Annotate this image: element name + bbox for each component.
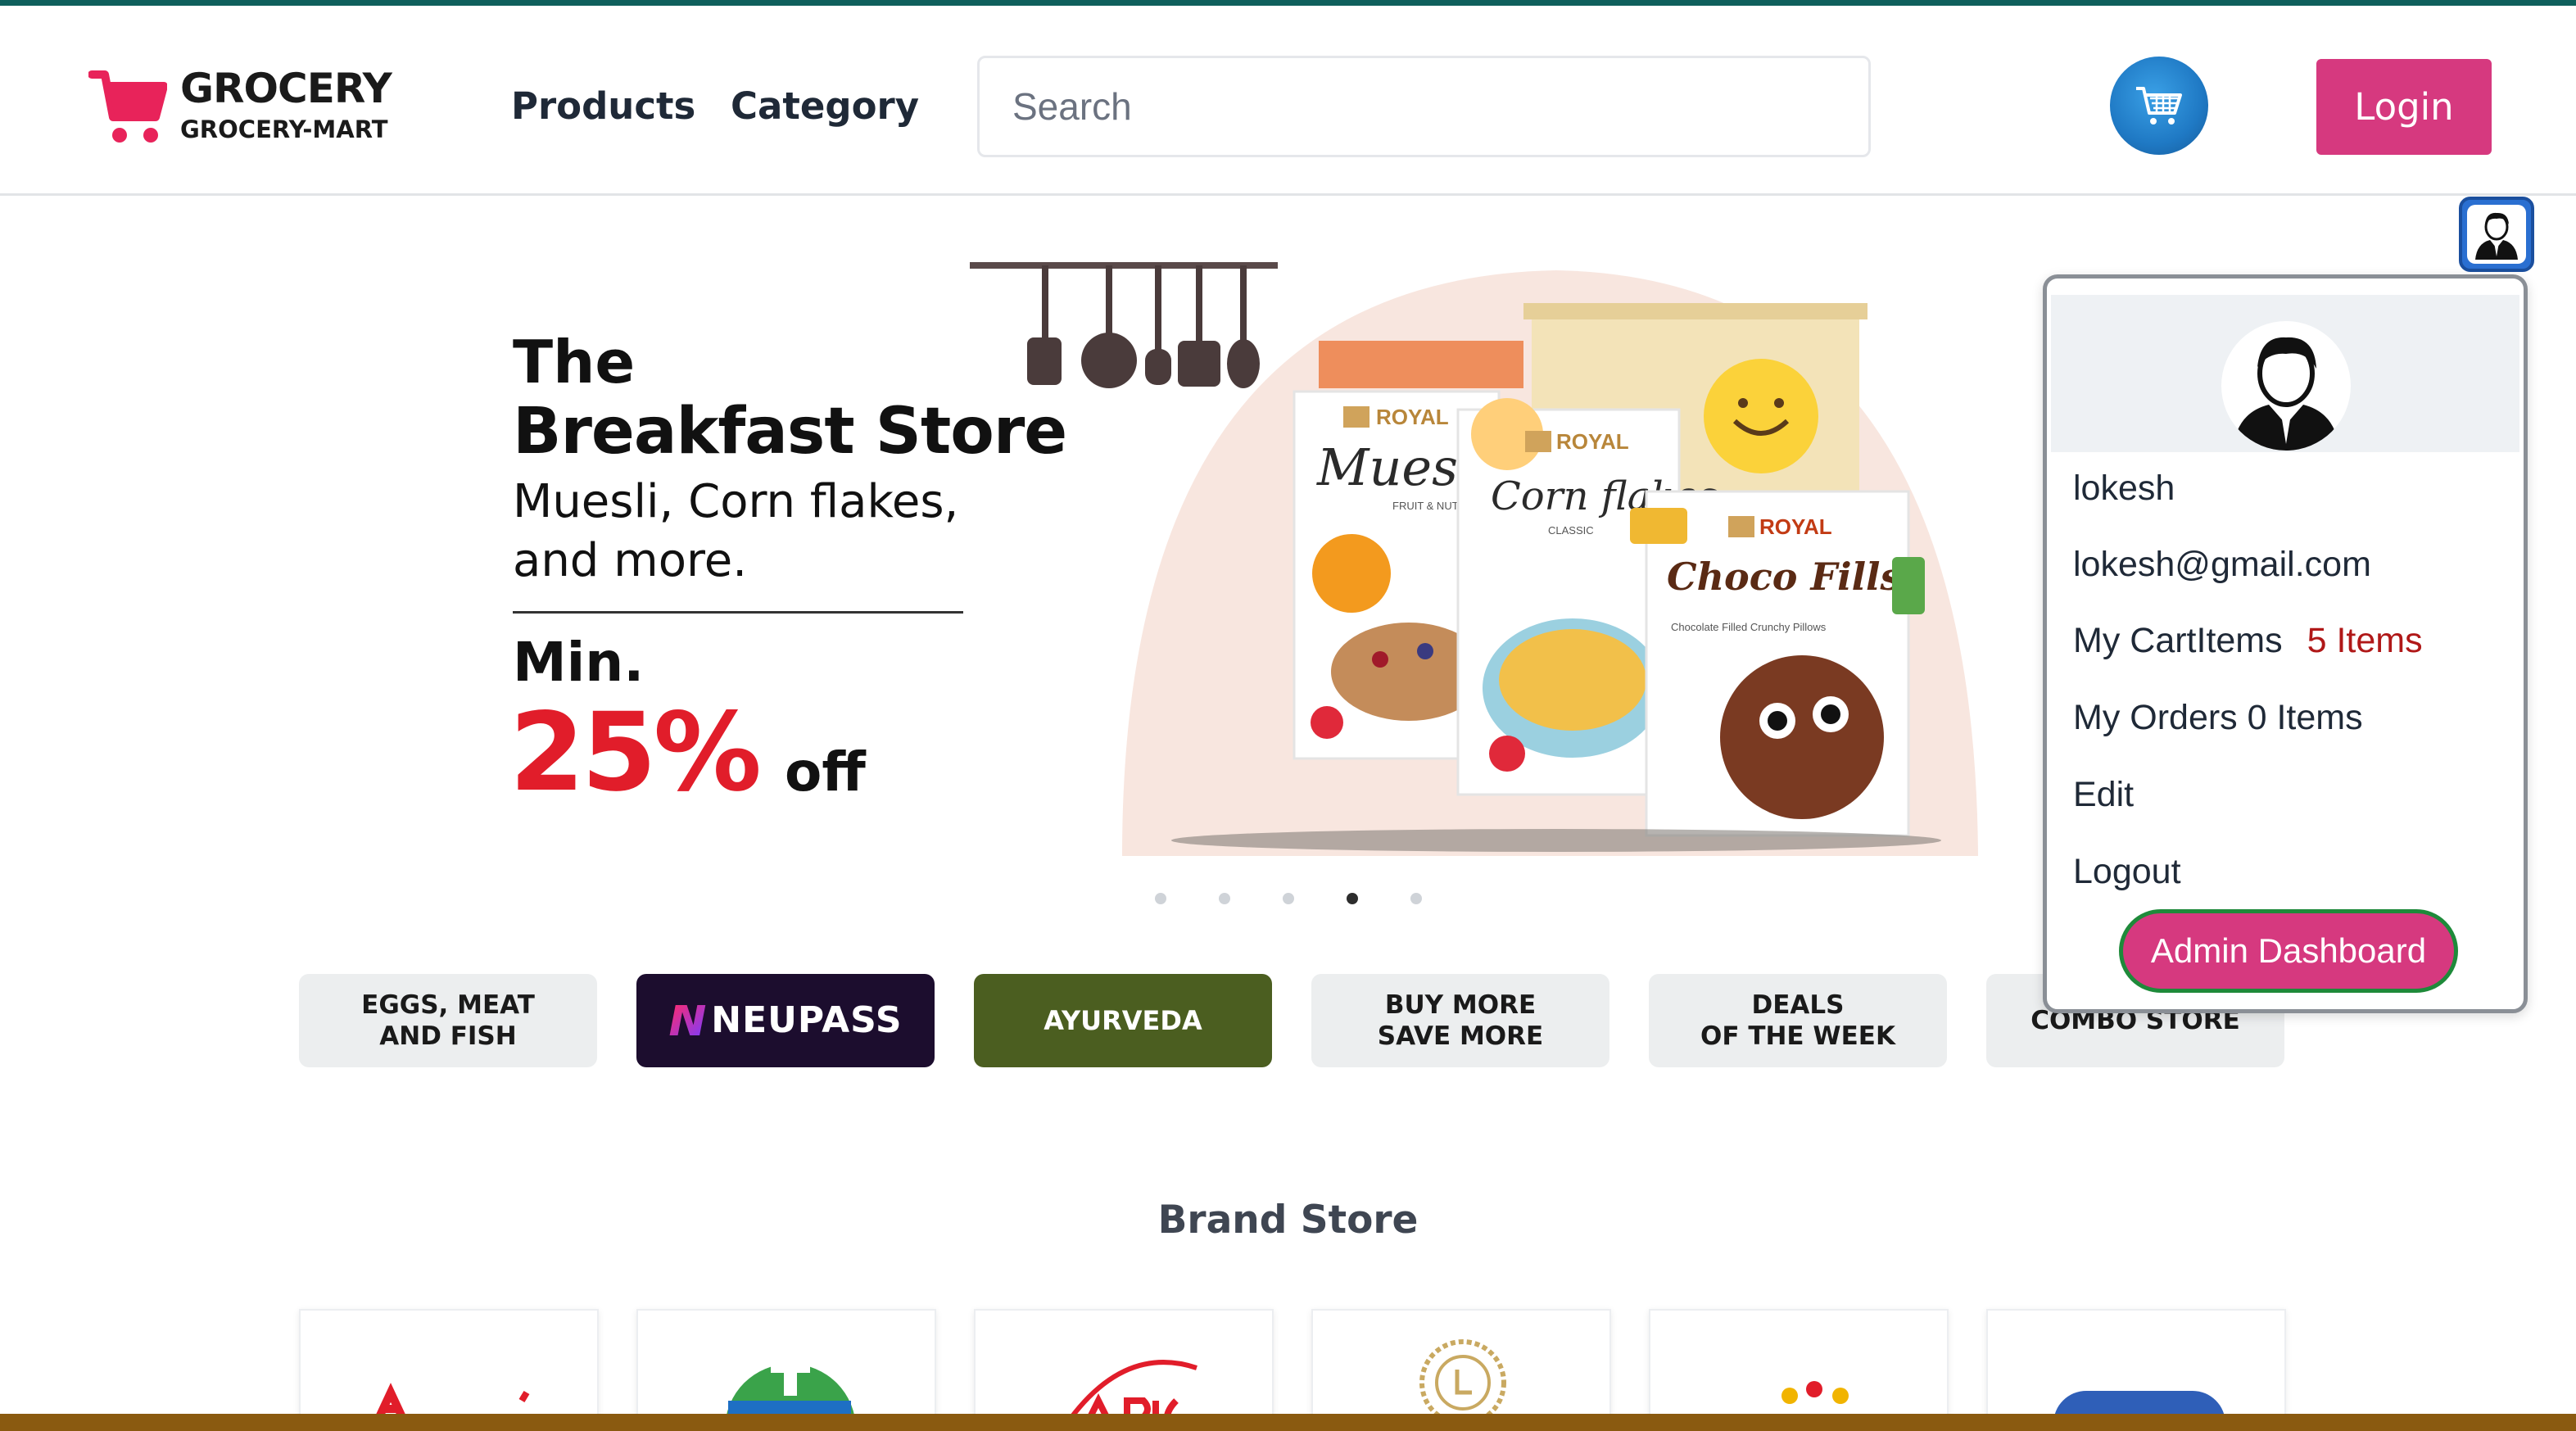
category-tile-label: DEALS OF THE WEEK [1700, 990, 1895, 1051]
user-menu-email: lokesh@gmail.com [2073, 545, 2371, 584]
hero-min-label: Min. [513, 631, 645, 694]
svg-text:ROYAL: ROYAL [1759, 514, 1832, 539]
cart-items-count: 5 Items [2307, 621, 2423, 660]
login-button[interactable]: Login [2316, 59, 2492, 155]
carousel-dot[interactable] [1347, 893, 1358, 904]
brand-logo-durex-icon [2053, 1391, 2225, 1431]
logo-title: GROCERY [180, 65, 392, 112]
brand-card[interactable] [1986, 1309, 2286, 1431]
svg-text:CLASSIC: CLASSIC [1548, 524, 1594, 537]
user-menu-orders[interactable]: My Orders 0 Items [2073, 698, 2363, 738]
svg-text:ROYAL: ROYAL [1556, 429, 1629, 454]
carousel-dot[interactable] [1219, 893, 1230, 904]
footer-strip [0, 1414, 2576, 1431]
neupass-logo-icon: N [668, 994, 709, 1047]
logo-subtitle: GROCERY-MART [180, 115, 388, 143]
brand-card[interactable] [1649, 1309, 1949, 1431]
cart-icon [88, 70, 167, 143]
brand-card[interactable] [299, 1309, 599, 1431]
brand-logo-amul-icon [375, 1383, 530, 1420]
brand-store-heading: Brand Store [1157, 1198, 1419, 1243]
category-tile-neupass[interactable]: N NEUPASS [636, 974, 935, 1067]
hero-discount: 25% [509, 690, 762, 816]
brand-card[interactable] [974, 1309, 1274, 1431]
hero-heading-line1: The [513, 328, 636, 396]
brand-logo-dettol-icon [725, 1347, 856, 1431]
avatar [2221, 321, 2351, 451]
user-menu-header [2051, 295, 2519, 452]
search-input[interactable] [977, 56, 1871, 157]
brand-card[interactable] [1311, 1309, 1611, 1431]
category-tile-label: NEUPASS [711, 999, 903, 1041]
hero-divider [513, 611, 963, 614]
user-avatar-icon [2475, 212, 2518, 260]
svg-text:ROYAL: ROYAL [1376, 405, 1449, 429]
carousel-dot[interactable] [1283, 893, 1294, 904]
user-menu-dropdown: lokesh lokesh@gmail.com My CartItems 5 I… [2043, 274, 2528, 1013]
user-menu-edit[interactable]: Edit [2073, 775, 2134, 815]
user-menu-toggle[interactable] [2459, 197, 2534, 272]
hero-banner[interactable]: The Breakfast Store Muesli, Corn flakes,… [459, 246, 2056, 868]
svg-text:Choco Fills: Choco Fills [1667, 555, 1901, 599]
brand-logo-appy-icon [1063, 1360, 1197, 1431]
brand-logo-emblem-icon [1419, 1339, 1506, 1426]
brand-logo-tiffies-icon [1777, 1381, 1852, 1431]
category-tile-buy-more[interactable]: BUY MORE SAVE MORE [1311, 974, 1609, 1067]
top-strip [0, 0, 2576, 6]
user-menu-cart-items[interactable]: My CartItems 5 Items [2073, 621, 2423, 661]
user-menu-username: lokesh [2073, 469, 2175, 508]
svg-text:Chocolate Filled Crunchy Pillo: Chocolate Filled Crunchy Pillows [1671, 621, 1827, 633]
category-tile-label: AYURVEDA [1044, 1005, 1202, 1036]
header-cart-button[interactable] [2110, 57, 2208, 155]
brand-card[interactable] [636, 1309, 936, 1431]
carousel-dot[interactable] [1155, 893, 1166, 904]
user-menu-logout[interactable]: Logout [2073, 852, 2181, 892]
nav-products[interactable]: Products [511, 84, 695, 128]
user-avatar-icon [2233, 337, 2339, 451]
category-tile-ayurveda[interactable]: AYURVEDA [974, 974, 1272, 1067]
hero-illustration: ROYAL Muesli FRUIT & NUT ROYAL Corn flak… [970, 262, 1978, 856]
carousel-dot[interactable] [1410, 893, 1422, 904]
svg-text:FRUIT & NUT: FRUIT & NUT [1392, 500, 1459, 512]
category-tile-eggs-meat-fish[interactable]: EGGS, MEAT AND FISH [299, 974, 597, 1067]
hero-off-label: off [785, 740, 866, 804]
admin-dashboard-button[interactable]: Admin Dashboard [2119, 909, 2458, 993]
utensils-icon [1027, 265, 1260, 388]
category-tile-label: BUY MORE SAVE MORE [1377, 990, 1544, 1051]
hero-subtitle-line2: and more. [513, 534, 748, 587]
site-logo[interactable]: GROCERY GROCERY-MART [88, 60, 400, 150]
cart-items-label: My CartItems [2073, 621, 2283, 660]
category-tile-label: EGGS, MEAT AND FISH [361, 990, 535, 1051]
cart-icon [2136, 87, 2182, 125]
hero-subtitle-line1: Muesli, Corn flakes, [513, 475, 959, 528]
nav-category[interactable]: Category [731, 84, 919, 128]
site-header: GROCERY GROCERY-MART Products Category L… [0, 6, 2576, 196]
carousel-indicators [1155, 891, 1433, 908]
category-tile-deals-week[interactable]: DEALS OF THE WEEK [1649, 974, 1947, 1067]
